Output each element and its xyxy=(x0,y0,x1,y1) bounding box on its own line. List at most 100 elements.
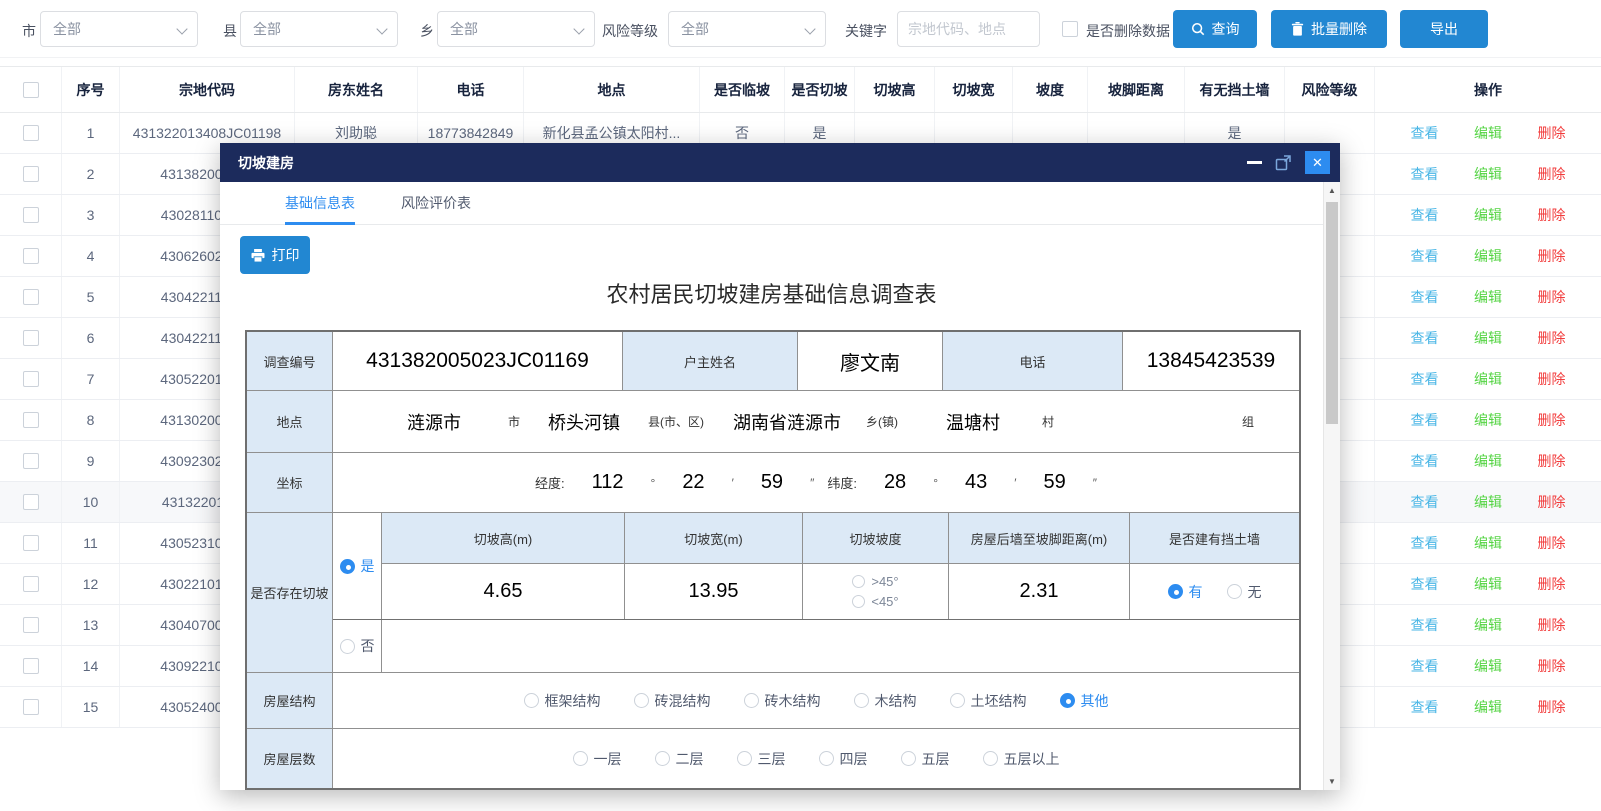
delete-link[interactable]: 删除 xyxy=(1538,615,1566,635)
radio-option[interactable]: 框架结构 xyxy=(524,691,601,711)
edit-link[interactable]: 编辑 xyxy=(1474,656,1502,676)
show-deleted-checkbox[interactable] xyxy=(1062,21,1078,37)
radio-option-no[interactable]: 否 xyxy=(333,620,381,672)
view-link[interactable]: 查看 xyxy=(1411,656,1439,676)
row-checkbox[interactable] xyxy=(23,248,39,264)
view-link[interactable]: 查看 xyxy=(1411,533,1439,553)
row-checkbox[interactable] xyxy=(23,699,39,715)
edit-link[interactable]: 编辑 xyxy=(1474,492,1502,512)
edit-link[interactable]: 编辑 xyxy=(1474,451,1502,471)
edit-link[interactable]: 编辑 xyxy=(1474,205,1502,225)
view-link[interactable]: 查看 xyxy=(1411,328,1439,348)
minimize-icon[interactable] xyxy=(1247,161,1262,164)
radio-option[interactable]: 木结构 xyxy=(854,691,917,711)
edit-link[interactable]: 编辑 xyxy=(1474,369,1502,389)
city-select[interactable]: 全部 xyxy=(40,11,198,47)
row-checkbox[interactable] xyxy=(23,535,39,551)
export-button[interactable]: 导出 xyxy=(1400,10,1488,48)
edit-link[interactable]: 编辑 xyxy=(1474,164,1502,184)
row-checkbox[interactable] xyxy=(23,617,39,633)
delete-link[interactable]: 删除 xyxy=(1538,369,1566,389)
delete-link[interactable]: 删除 xyxy=(1538,246,1566,266)
scrollbar-thumb[interactable] xyxy=(1326,202,1338,424)
radio-option[interactable]: 五层 xyxy=(901,749,950,769)
scroll-up-icon[interactable]: ▲ xyxy=(1324,186,1340,195)
tab-basic-info[interactable]: 基础信息表 xyxy=(285,182,355,225)
view-link[interactable]: 查看 xyxy=(1411,205,1439,225)
delete-link[interactable]: 删除 xyxy=(1538,205,1566,225)
edit-link[interactable]: 编辑 xyxy=(1474,328,1502,348)
edit-link[interactable]: 编辑 xyxy=(1474,123,1502,143)
row-checkbox[interactable] xyxy=(23,330,39,346)
delete-link[interactable]: 删除 xyxy=(1538,533,1566,553)
view-link[interactable]: 查看 xyxy=(1411,615,1439,635)
row-checkbox[interactable] xyxy=(23,576,39,592)
view-link[interactable]: 查看 xyxy=(1411,451,1439,471)
close-icon[interactable]: ✕ xyxy=(1305,151,1330,174)
delete-link[interactable]: 删除 xyxy=(1538,697,1566,717)
row-checkbox[interactable] xyxy=(23,412,39,428)
modal-scrollbar[interactable]: ▲ ▼ xyxy=(1323,182,1340,790)
radio-option[interactable]: 土坯结构 xyxy=(950,691,1027,711)
radio-option[interactable]: 无 xyxy=(1227,582,1262,602)
query-button[interactable]: 查询 xyxy=(1173,10,1257,48)
view-link[interactable]: 查看 xyxy=(1411,492,1439,512)
edit-link[interactable]: 编辑 xyxy=(1474,287,1502,307)
radio-option[interactable]: 砖混结构 xyxy=(634,691,711,711)
view-link[interactable]: 查看 xyxy=(1411,164,1439,184)
radio-option[interactable]: 其他 xyxy=(1060,691,1109,711)
maximize-icon[interactable] xyxy=(1275,154,1292,171)
print-button[interactable]: 打印 xyxy=(240,236,310,274)
radio-option[interactable]: <45° xyxy=(852,594,898,609)
row-checkbox[interactable] xyxy=(23,207,39,223)
radio-option[interactable]: 有 xyxy=(1168,582,1203,602)
edit-link[interactable]: 编辑 xyxy=(1474,615,1502,635)
row-checkbox[interactable] xyxy=(23,453,39,469)
scroll-down-icon[interactable]: ▼ xyxy=(1324,777,1340,786)
view-link[interactable]: 查看 xyxy=(1411,697,1439,717)
select-all-checkbox[interactable] xyxy=(23,82,39,98)
edit-link[interactable]: 编辑 xyxy=(1474,697,1502,717)
radio-option[interactable]: 一层 xyxy=(573,749,622,769)
view-link[interactable]: 查看 xyxy=(1411,410,1439,430)
delete-link[interactable]: 删除 xyxy=(1538,574,1566,594)
delete-link[interactable]: 删除 xyxy=(1538,451,1566,471)
radio-option[interactable]: 二层 xyxy=(655,749,704,769)
view-link[interactable]: 查看 xyxy=(1411,369,1439,389)
location-value: 涟源市 xyxy=(374,409,494,435)
tab-risk-evaluation[interactable]: 风险评价表 xyxy=(401,182,471,225)
row-checkbox[interactable] xyxy=(23,658,39,674)
delete-link[interactable]: 删除 xyxy=(1538,287,1566,307)
township-select[interactable]: 全部 xyxy=(437,11,595,47)
view-link[interactable]: 查看 xyxy=(1411,123,1439,143)
delete-link[interactable]: 删除 xyxy=(1538,328,1566,348)
radio-option[interactable]: 砖木结构 xyxy=(744,691,821,711)
risk-select[interactable]: 全部 xyxy=(668,11,826,47)
delete-link[interactable]: 删除 xyxy=(1538,123,1566,143)
delete-link[interactable]: 删除 xyxy=(1538,164,1566,184)
edit-link[interactable]: 编辑 xyxy=(1474,533,1502,553)
radio-option[interactable]: 三层 xyxy=(737,749,786,769)
edit-link[interactable]: 编辑 xyxy=(1474,410,1502,430)
edit-link[interactable]: 编辑 xyxy=(1474,246,1502,266)
row-checkbox[interactable] xyxy=(23,494,39,510)
row-checkbox[interactable] xyxy=(23,125,39,141)
row-actions: 查看 编辑 删除 xyxy=(1375,400,1601,440)
delete-link[interactable]: 删除 xyxy=(1538,410,1566,430)
radio-option[interactable]: >45° xyxy=(852,574,898,589)
radio-option-yes[interactable]: 是 xyxy=(333,513,381,619)
view-link[interactable]: 查看 xyxy=(1411,246,1439,266)
row-checkbox[interactable] xyxy=(23,166,39,182)
county-select[interactable]: 全部 xyxy=(240,11,398,47)
row-checkbox[interactable] xyxy=(23,371,39,387)
radio-option[interactable]: 五层以上 xyxy=(983,749,1060,769)
row-checkbox[interactable] xyxy=(23,289,39,305)
view-link[interactable]: 查看 xyxy=(1411,574,1439,594)
radio-option[interactable]: 四层 xyxy=(819,749,868,769)
delete-link[interactable]: 删除 xyxy=(1538,656,1566,676)
delete-link[interactable]: 删除 xyxy=(1538,492,1566,512)
batch-delete-button[interactable]: 批量删除 xyxy=(1271,10,1387,48)
edit-link[interactable]: 编辑 xyxy=(1474,574,1502,594)
view-link[interactable]: 查看 xyxy=(1411,287,1439,307)
keyword-input[interactable]: 宗地代码、地点 xyxy=(897,11,1040,47)
